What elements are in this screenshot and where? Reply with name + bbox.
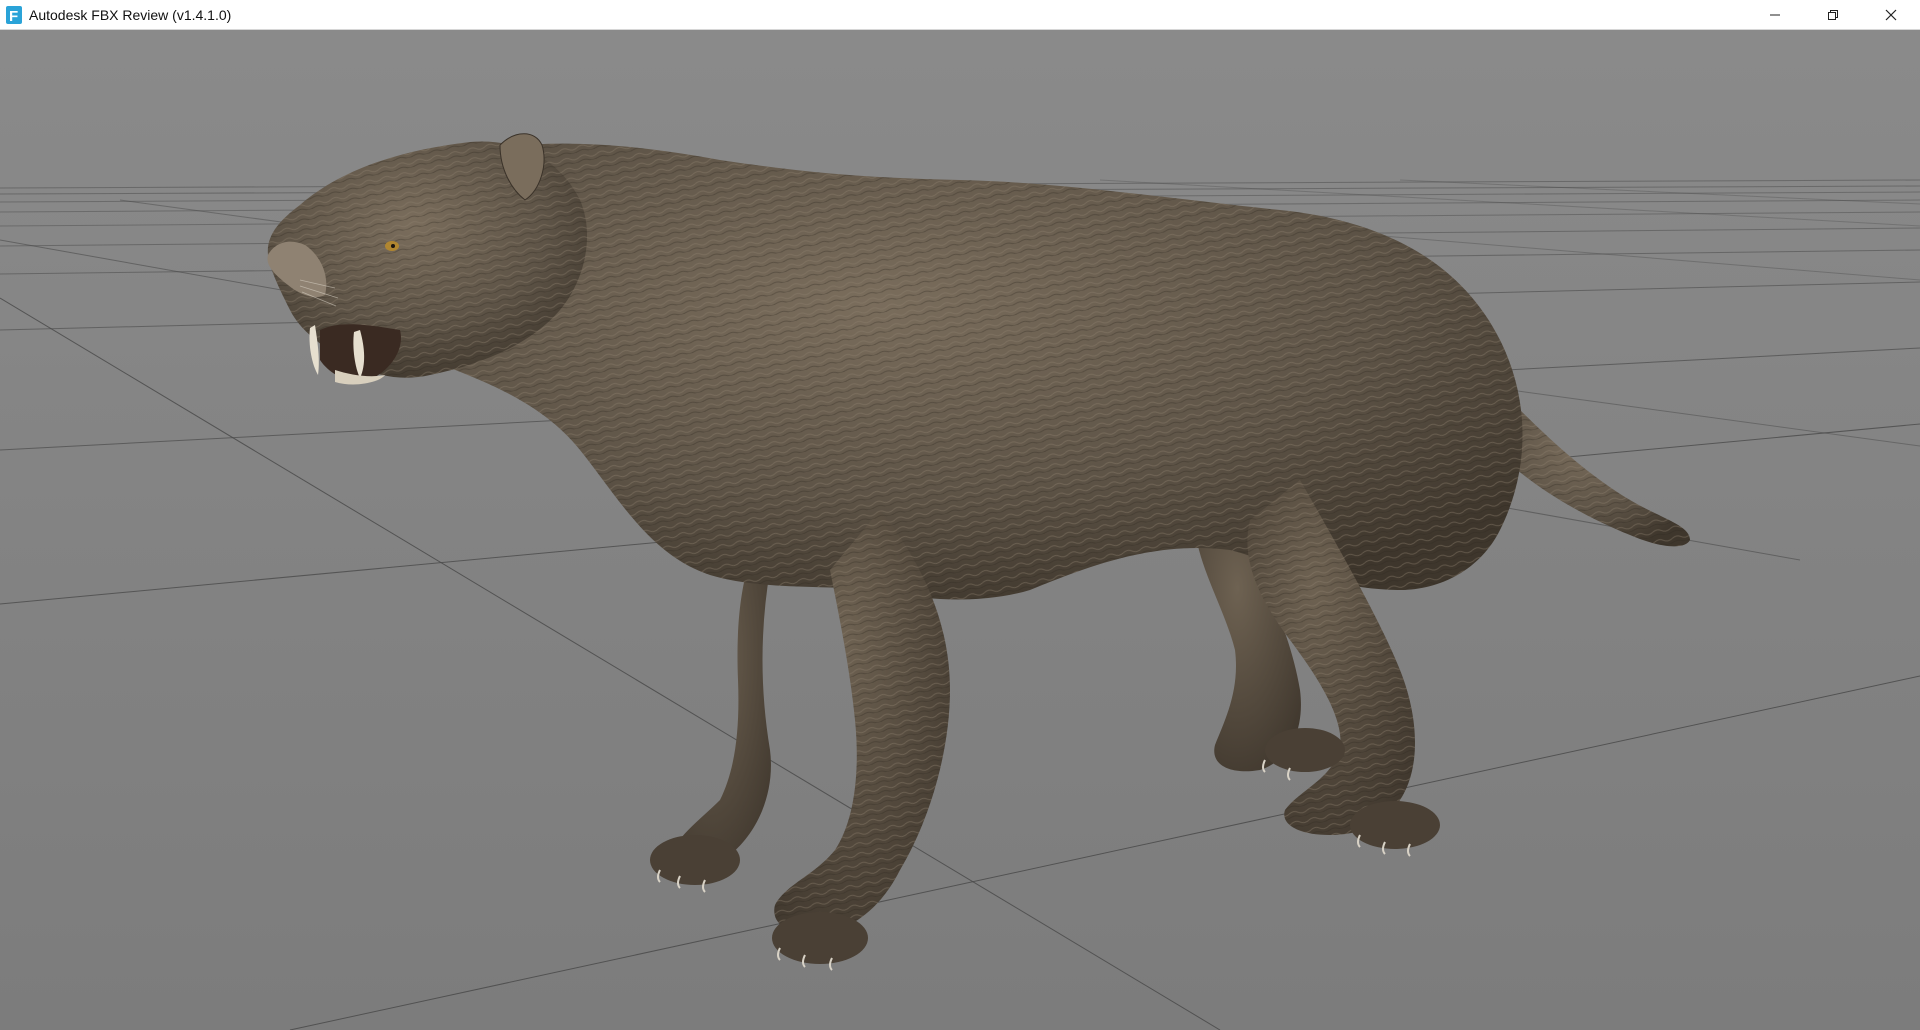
title-bar[interactable]: F Autodesk FBX Review (v1.4.1.0) [0, 0, 1920, 30]
3d-viewport[interactable] [0, 30, 1920, 1030]
close-icon [1885, 9, 1897, 20]
minimize-icon [1770, 14, 1780, 15]
svg-text:F: F [9, 8, 18, 24]
close-button[interactable] [1862, 0, 1920, 29]
fbx-app-icon: F [5, 5, 23, 24]
restore-button[interactable] [1804, 0, 1862, 29]
restore-icon [1828, 9, 1838, 20]
window-title: Autodesk FBX Review (v1.4.1.0) [29, 6, 232, 23]
minimize-button[interactable] [1746, 0, 1804, 29]
window-controls [1746, 0, 1920, 29]
app-window: F Autodesk FBX Review (v1.4.1.0) [0, 0, 1920, 1030]
